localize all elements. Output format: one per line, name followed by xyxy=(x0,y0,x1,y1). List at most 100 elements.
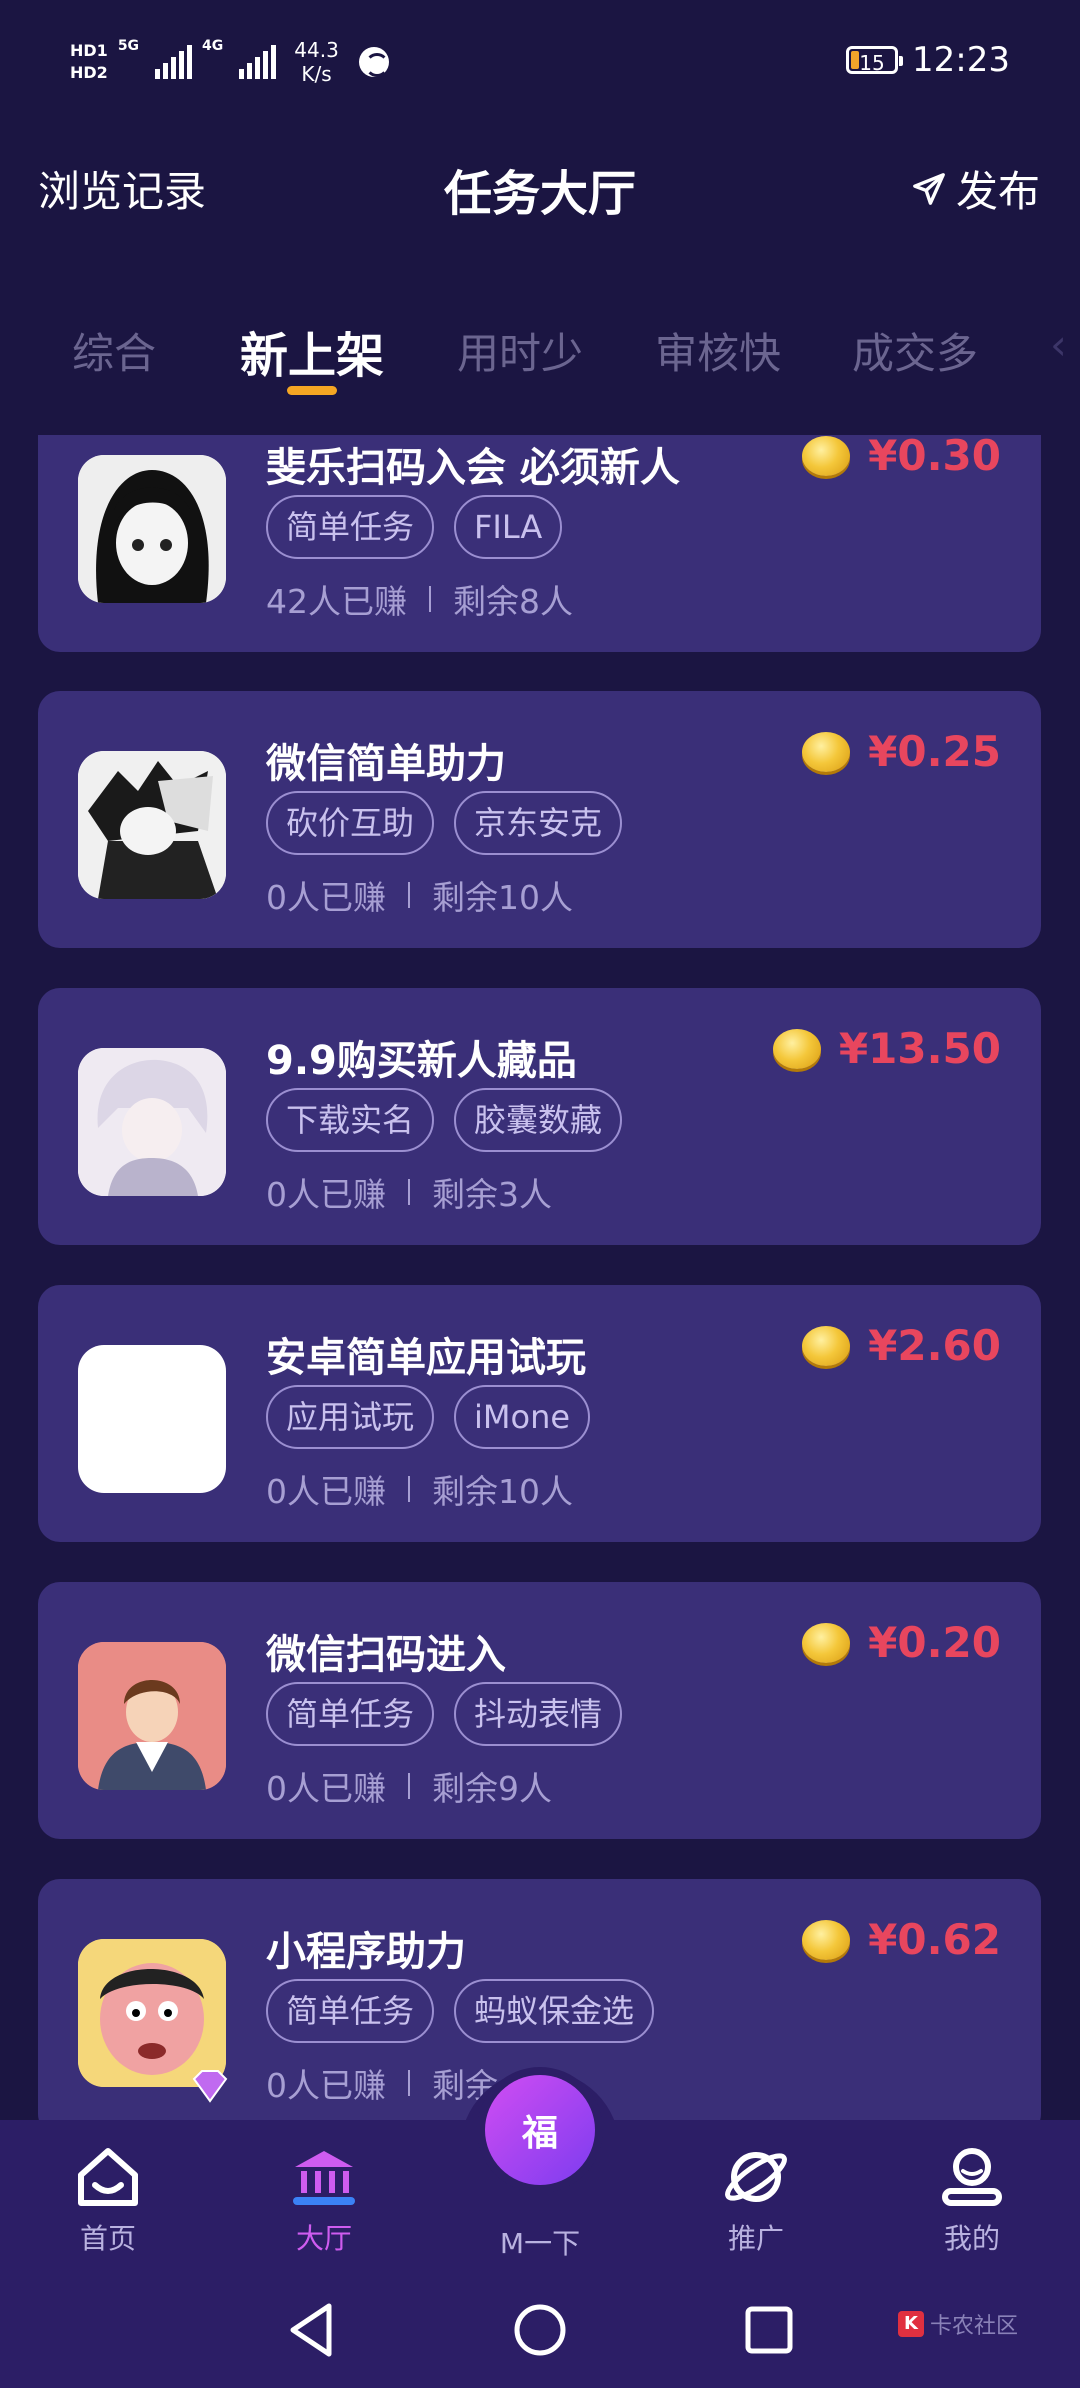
coin-icon xyxy=(772,1028,821,1069)
network-4g-label: 4G xyxy=(202,38,224,54)
task-title: 小程序助力 xyxy=(266,1929,466,1975)
home-circle-icon[interactable] xyxy=(512,2302,568,2358)
nav-mine[interactable]: 我的 xyxy=(902,2145,1042,2257)
remaining-count: 剩余3人 xyxy=(432,1175,552,1214)
task-tag: 蚂蚁保金选 xyxy=(454,1979,655,2043)
network-5g-label: 5G xyxy=(117,38,140,54)
task-price: ¥0.62 xyxy=(868,1915,1001,1964)
ball-icon xyxy=(358,47,389,77)
watermark: K 卡农社区 xyxy=(897,2308,1018,2340)
coin-icon xyxy=(802,1622,851,1663)
earned-count: 0人已赚 xyxy=(266,1175,386,1214)
avatar xyxy=(78,455,226,603)
center-action-label: M一下 xyxy=(499,2227,581,2260)
publish-button[interactable]: 发布 xyxy=(912,158,1040,219)
task-tag: 应用试玩 xyxy=(266,1385,435,1449)
clock: 12:23 xyxy=(912,40,1010,80)
task-price: ¥13.50 xyxy=(838,1024,1001,1073)
task-tag: 简单任务 xyxy=(266,1682,435,1746)
task-tag: FILA xyxy=(454,495,563,559)
fortune-icon: 福 xyxy=(521,2113,558,2154)
earned-count: 0人已赚 xyxy=(266,1769,386,1808)
task-title: 安卓简单应用试玩 xyxy=(266,1335,586,1381)
tab-comprehensive[interactable]: 综合 xyxy=(72,320,156,381)
avatar xyxy=(78,1048,226,1196)
task-card[interactable]: 微信扫码进入 简单任务 抖动表情 0人已赚 剩余9人 ¥0.20 xyxy=(38,1582,1041,1839)
recents-icon[interactable] xyxy=(743,2304,795,2356)
signal-icon-2 xyxy=(239,45,277,79)
task-card[interactable]: 微信简单助力 砍价互助 京东安克 0人已赚 剩余10人 ¥0.25 xyxy=(38,691,1041,948)
task-price: ¥0.20 xyxy=(868,1618,1001,1667)
tab-fast-review[interactable]: 审核快 xyxy=(655,320,781,381)
earned-count: 0人已赚 xyxy=(266,878,386,917)
task-tag: 简单任务 xyxy=(266,495,435,559)
header: 浏览记录 任务大厅 发布 xyxy=(0,140,1080,230)
earned-count: 0人已赚 xyxy=(266,1472,386,1511)
network-speed: 44.3 K/s xyxy=(294,38,339,86)
task-price: ¥2.60 xyxy=(868,1321,1001,1370)
signal-icon xyxy=(155,45,193,79)
avatar xyxy=(78,1345,226,1493)
planet-icon xyxy=(725,2152,787,2202)
earned-count: 42人已赚 xyxy=(266,582,407,621)
watermark-logo-icon: K xyxy=(897,2311,924,2337)
tab-less-time[interactable]: 用时少 xyxy=(457,320,583,381)
hd2-label: HD2 xyxy=(70,63,108,82)
send-icon xyxy=(913,172,945,205)
task-tag: 下载实名 xyxy=(266,1088,435,1152)
profile-icon xyxy=(942,2148,1002,2206)
center-action-button[interactable]: 福 xyxy=(485,2075,595,2185)
hd1-label: HD1 xyxy=(70,41,108,60)
task-title: 微信简单助力 xyxy=(266,741,506,787)
task-tag: 简单任务 xyxy=(266,1979,435,2043)
status-right: 15 12:23 xyxy=(846,40,1010,80)
nav-mine-label: 我的 xyxy=(943,2222,1000,2255)
browse-history-button[interactable]: 浏览记录 xyxy=(38,158,206,219)
task-price: ¥0.25 xyxy=(868,727,1001,776)
back-icon[interactable] xyxy=(283,2300,339,2360)
task-tag: iMone xyxy=(454,1385,591,1449)
avatar xyxy=(78,1642,226,1790)
earned-count: 0人已赚 xyxy=(266,2066,386,2105)
coin-icon xyxy=(802,1919,851,1960)
status-bar: HD1 HD2 5G 4G 44.3 K/s 15 12:23 xyxy=(0,0,1080,130)
nav-home[interactable]: 首页 xyxy=(38,2145,178,2257)
coin-icon xyxy=(802,435,851,476)
diamond-badge-icon xyxy=(192,2070,228,2103)
task-card[interactable]: 安卓简单应用试玩 应用试玩 iMone 0人已赚 剩余10人 ¥2.60 xyxy=(38,1285,1041,1542)
task-card[interactable]: 斐乐扫码入会 必须新人 简单任务 FILA 42人已赚 剩余8人 ¥0.30 xyxy=(38,435,1041,652)
coin-icon xyxy=(802,1325,851,1366)
coin-icon xyxy=(802,731,851,772)
tab-most-deals[interactable]: 成交多 xyxy=(852,320,978,381)
avatar xyxy=(78,751,226,899)
task-card[interactable]: 9.9购买新人藏品 下载实名 胶囊数藏 0人已赚 剩余3人 ¥13.50 xyxy=(38,988,1041,1245)
tab-more-partial[interactable]: ‹ xyxy=(1050,320,1080,369)
hall-icon xyxy=(293,2151,355,2205)
nav-hall-label: 大厅 xyxy=(295,2222,352,2255)
publish-label: 发布 xyxy=(955,167,1040,216)
task-tag: 京东安克 xyxy=(454,791,623,855)
nav-promote-label: 推广 xyxy=(727,2222,784,2255)
category-tabs: 综合 新上架 用时少 审核快 成交多 ‹ xyxy=(0,320,1080,410)
nav-promote[interactable]: 推广 xyxy=(686,2145,826,2257)
remaining-count: 剩余10人 xyxy=(432,1472,573,1511)
status-left: HD1 HD2 5G 4G 44.3 K/s xyxy=(70,38,389,86)
home-icon xyxy=(78,2148,138,2206)
battery-icon: 15 xyxy=(846,46,904,75)
active-tab-indicator xyxy=(287,386,337,395)
task-price: ¥0.30 xyxy=(868,435,1001,480)
task-list: 斐乐扫码入会 必须新人 简单任务 FILA 42人已赚 剩余8人 ¥0.30 微… xyxy=(0,435,1080,2120)
remaining-count: 剩余9人 xyxy=(432,1769,552,1808)
nav-hall[interactable]: 大厅 xyxy=(254,2145,394,2257)
task-title: 斐乐扫码入会 必须新人 xyxy=(266,445,680,491)
avatar xyxy=(78,1939,226,2087)
task-title: 微信扫码进入 xyxy=(266,1632,506,1678)
remaining-count: 剩余8人 xyxy=(453,582,573,621)
task-tag: 砍价互助 xyxy=(266,791,435,855)
nav-home-label: 首页 xyxy=(79,2222,136,2255)
tab-new-arrivals[interactable]: 新上架 xyxy=(240,316,384,386)
task-tag: 胶囊数藏 xyxy=(454,1088,623,1152)
task-tag: 抖动表情 xyxy=(454,1682,623,1746)
remaining-count: 剩余10人 xyxy=(432,878,573,917)
task-title: 9.9购买新人藏品 xyxy=(266,1038,577,1084)
